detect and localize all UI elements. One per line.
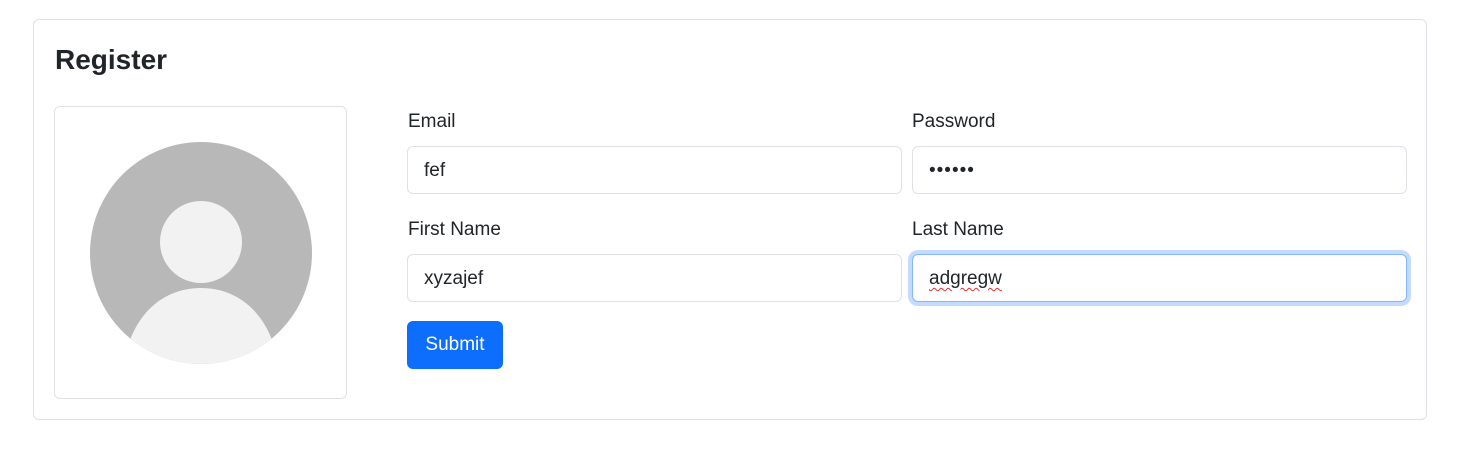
first-name-label: First Name: [408, 219, 501, 240]
user-avatar-icon: [89, 141, 312, 364]
first-name-value: xyzajef: [424, 268, 484, 289]
last-name-field[interactable]: adgregw: [912, 254, 1407, 302]
email-value: fef: [424, 160, 446, 181]
last-name-value: adgregw: [929, 268, 1002, 289]
email-label: Email: [408, 111, 456, 132]
last-name-label: Last Name: [912, 219, 1004, 240]
password-value: ••••••: [929, 160, 975, 181]
page-title: Register: [55, 44, 168, 75]
password-label: Password: [912, 111, 996, 132]
password-field[interactable]: ••••••: [912, 146, 1407, 194]
avatar: [54, 106, 347, 399]
submit-button[interactable]: Submit: [407, 321, 503, 369]
register-card: Register Email fef Password •••••• First…: [33, 19, 1427, 420]
first-name-field[interactable]: xyzajef: [407, 254, 902, 302]
email-field[interactable]: fef: [407, 146, 902, 194]
